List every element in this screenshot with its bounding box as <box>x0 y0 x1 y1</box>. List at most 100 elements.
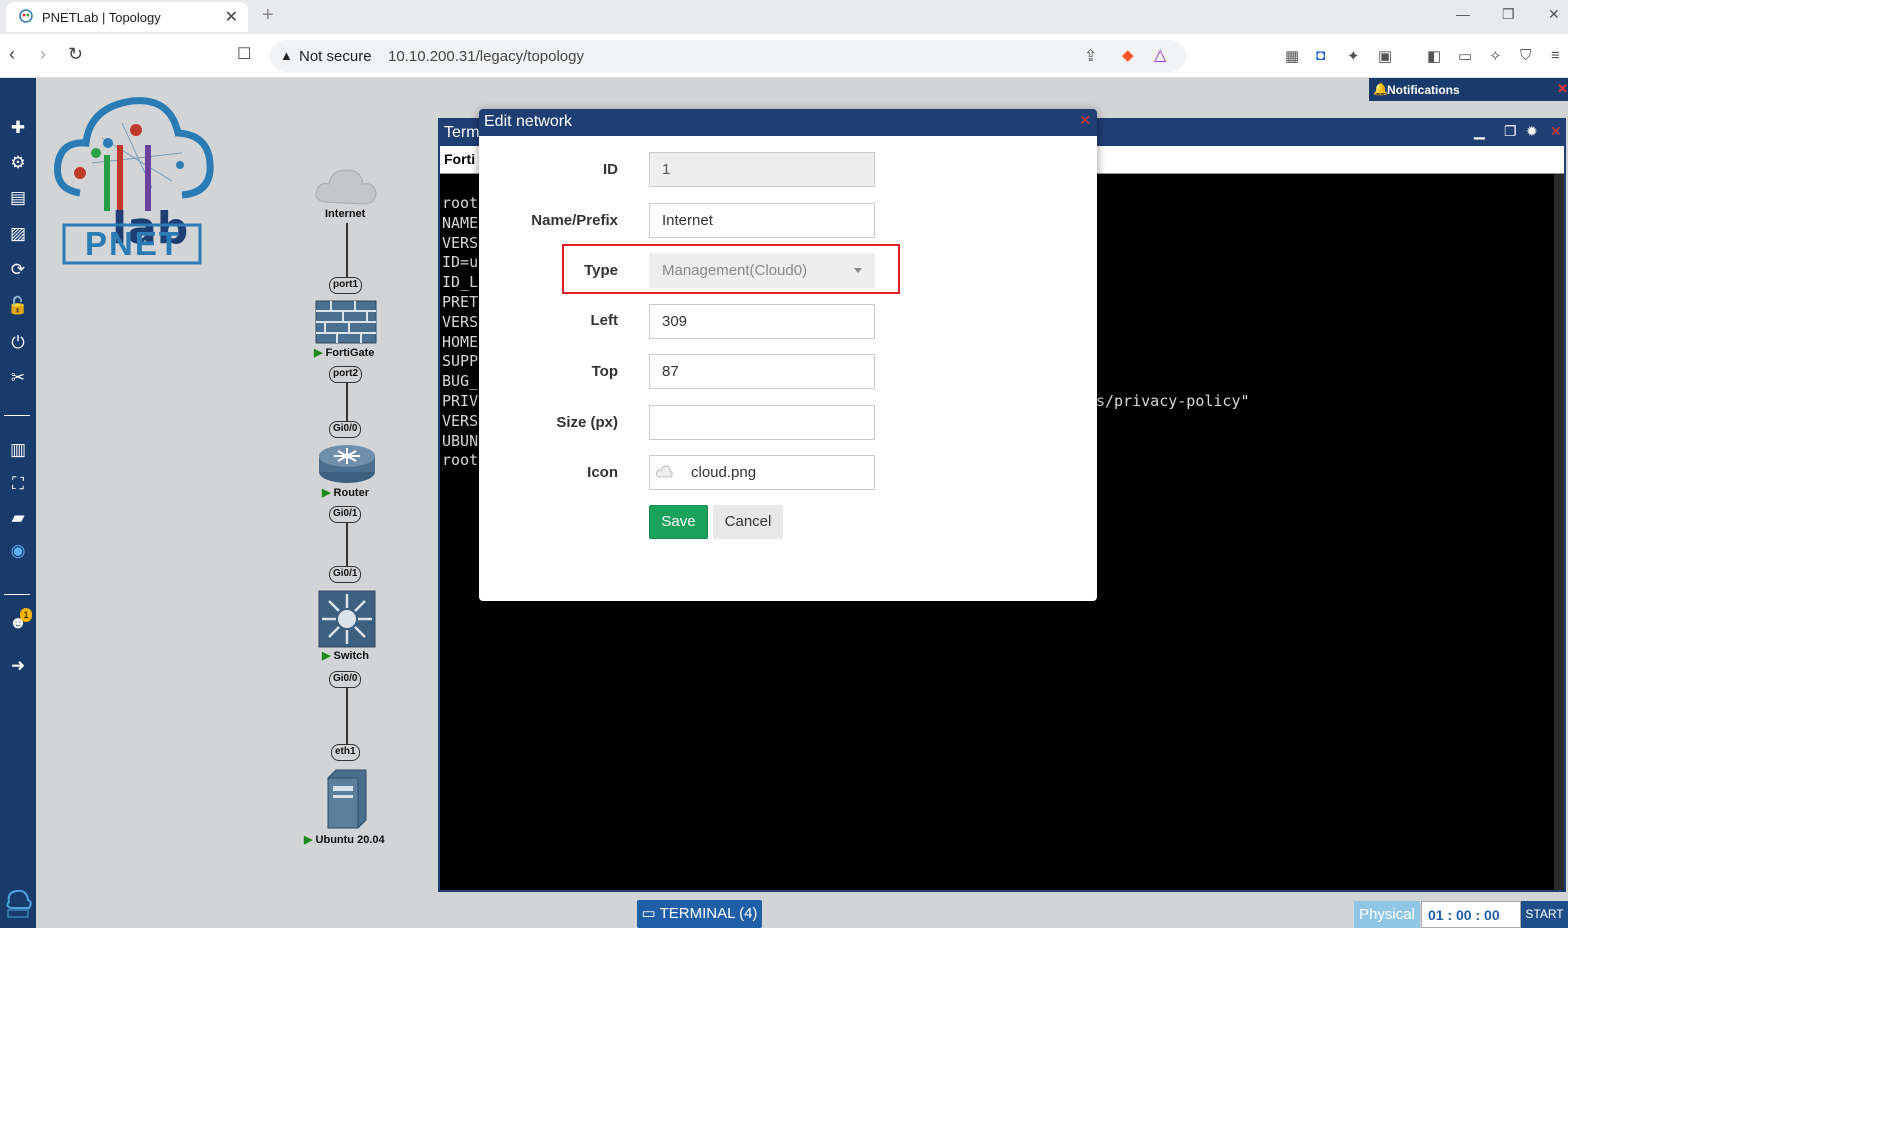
toggle-icon[interactable]: ◉ <box>4 541 32 565</box>
brave-rewards-icon[interactable]: △ <box>1154 45 1166 65</box>
id-label: ID <box>603 161 618 178</box>
minimize-icon[interactable]: — <box>1456 6 1470 22</box>
modal-header[interactable]: Edit network ✕ <box>479 109 1097 136</box>
terminal-scrollbar[interactable] <box>1554 174 1564 890</box>
tab-close-icon[interactable]: ✕ <box>225 7 238 27</box>
menu-icon[interactable]: ≡ <box>1551 47 1560 64</box>
modal-title: Edit network <box>484 113 573 130</box>
bell-icon: 🔔 <box>1373 82 1388 96</box>
restore-icon[interactable]: ❐ <box>1504 123 1517 140</box>
close-icon[interactable]: ✕ <box>1557 81 1568 97</box>
brave-shield-icon[interactable]: ◆ <box>1122 46 1134 64</box>
link-router-switch[interactable] <box>346 522 348 572</box>
settings-icon[interactable]: ✹ <box>1526 123 1538 140</box>
minimize-icon[interactable]: ▁ <box>1474 123 1485 140</box>
back-icon[interactable]: ‹ <box>9 44 15 65</box>
terminal-title: Term <box>444 124 480 141</box>
window-close-icon[interactable]: ✕ <box>1548 6 1560 23</box>
url-bar[interactable]: ▲ Not secure 10.10.200.31/legacy/topolog… <box>270 40 1186 72</box>
nodes-gear-icon[interactable]: ⚙ <box>4 153 32 177</box>
port-label: Gi0/0 <box>329 671 362 688</box>
port-label: port2 <box>329 366 362 383</box>
pictures-icon[interactable]: ▨ <box>4 224 32 248</box>
switch-node-icon[interactable] <box>318 590 376 648</box>
node-label-fortigate[interactable]: ▶ FortiGate <box>314 346 374 359</box>
port-label: Gi0/1 <box>329 566 362 583</box>
start-button[interactable]: START <box>1521 901 1568 928</box>
terminal-output[interactable]: root NAME VERS ID=u ID_L PRET VERS HOME … <box>442 194 478 471</box>
cloud-node-icon[interactable] <box>313 166 379 208</box>
running-icon: ▶ <box>322 487 331 499</box>
terminal-output-right: s/privacy-policy" <box>1096 392 1250 410</box>
top-input[interactable]: 87 <box>649 354 875 389</box>
physical-button[interactable]: Physical <box>1354 901 1420 928</box>
bitwarden-icon[interactable]: ◘ <box>1316 47 1325 64</box>
sidebar-toggle-icon[interactable]: ◧ <box>1427 47 1441 65</box>
qr-icon[interactable]: ▦ <box>1285 47 1299 65</box>
restore-icon[interactable]: ❐ <box>1502 6 1515 23</box>
url-text[interactable]: 10.10.200.31/legacy/topology <box>388 48 584 65</box>
new-tab-icon[interactable]: + <box>262 4 274 27</box>
icon-select[interactable]: cloud.png <box>649 455 875 490</box>
port-label: port1 <box>329 277 362 294</box>
reload-icon[interactable]: ↻ <box>68 44 83 65</box>
bookmark-icon[interactable]: ☐ <box>237 44 251 64</box>
leo-icon[interactable]: ✧ <box>1489 47 1502 65</box>
unlink-icon[interactable]: ✂ <box>4 368 32 392</box>
size-label: Size (px) <box>556 414 618 431</box>
highlight-box <box>562 244 900 294</box>
timer-display: 01 : 00 : 00 <box>1421 901 1521 928</box>
browser-tab[interactable]: PNETLab | Topology ✕ <box>6 2 248 32</box>
link-switch-ubuntu[interactable] <box>346 686 348 753</box>
node-label-internet[interactable]: Internet <box>325 208 365 220</box>
node-label-router[interactable]: ▶ Router <box>322 486 369 499</box>
port-label: Gi0/0 <box>329 421 362 438</box>
notifications-panel[interactable]: 🔔 Notifications ✕ <box>1369 78 1568 101</box>
chart-icon[interactable]: ▥ <box>4 440 32 464</box>
icon-select-value: cloud.png <box>691 464 757 481</box>
sidebar-divider <box>4 415 30 416</box>
extensions-icon[interactable]: ✦ <box>1347 47 1360 65</box>
close-icon[interactable]: ✕ <box>1550 123 1562 140</box>
server-node-icon[interactable] <box>326 768 368 830</box>
vpn-icon[interactable]: ⛉ <box>1520 47 1531 64</box>
left-input[interactable]: 309 <box>649 304 875 339</box>
networks-list-icon[interactable]: ▤ <box>4 188 32 212</box>
top-label: Top <box>591 363 618 380</box>
left-sidebar: ✚ ⚙ ▤ ▨ ⟳ 🔓 ⏻ ✂ ▥ ⛶ ▰ ◉ ☻ 1 ➜ <box>0 78 36 928</box>
pnetlab-favicon-icon <box>19 9 33 23</box>
name-prefix-input[interactable]: Internet <box>649 203 875 238</box>
share-icon[interactable]: ⇪ <box>1084 46 1097 66</box>
router-node-icon[interactable] <box>318 444 376 484</box>
link-internet-fortigate[interactable] <box>346 223 348 278</box>
search-ext-icon[interactable]: ▣ <box>1378 47 1392 65</box>
power-icon[interactable]: ⏻ <box>4 333 32 357</box>
edit-network-modal: Edit network ✕ ID 1 Name/Prefix Internet… <box>479 109 1097 601</box>
map-icon[interactable]: ⛶ <box>4 474 32 498</box>
warning-icon: ▲ <box>280 48 293 63</box>
pnet-mini-logo-icon <box>6 889 32 918</box>
icon-label: Icon <box>587 464 618 481</box>
refresh-icon[interactable]: ⟳ <box>4 260 32 284</box>
firewall-node-icon[interactable] <box>315 300 377 344</box>
node-label-ubuntu[interactable]: ▶ Ubuntu 20.04 <box>304 833 385 846</box>
size-input[interactable] <box>649 405 875 440</box>
unlock-icon[interactable]: 🔓 <box>4 296 32 320</box>
save-button[interactable]: Save <box>649 505 708 539</box>
close-icon[interactable]: ✕ <box>1079 112 1091 129</box>
wallet-icon[interactable]: ▭ <box>1458 47 1472 65</box>
logout-icon[interactable]: ➜ <box>4 656 32 680</box>
node-label-switch[interactable]: ▶ Switch <box>322 649 369 662</box>
security-label[interactable]: Not secure <box>299 48 372 65</box>
browser-tabbar: PNETLab | Topology ✕ + — ❐ ✕ <box>0 0 1568 34</box>
notifications-title: Notifications <box>1387 83 1460 97</box>
cancel-button[interactable]: Cancel <box>713 505 783 539</box>
running-icon: ▶ <box>322 650 331 662</box>
terminal-button[interactable]: ▭ TERMINAL (4) <box>637 900 762 928</box>
name-label: Name/Prefix <box>531 212 618 229</box>
add-object-icon[interactable]: ✚ <box>4 118 32 142</box>
forward-icon[interactable]: › <box>40 44 46 65</box>
terminal-tab-label: Forti <box>444 151 476 167</box>
book-icon[interactable]: ▰ <box>4 508 32 532</box>
left-label: Left <box>590 312 619 329</box>
